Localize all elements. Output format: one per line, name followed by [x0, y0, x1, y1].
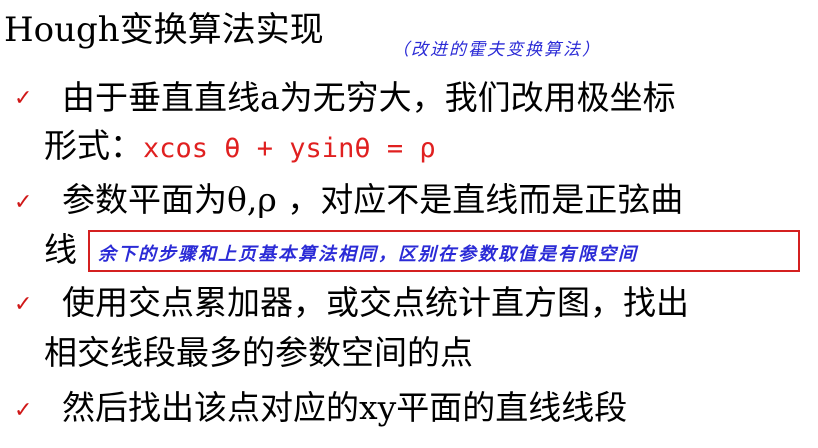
check-icon: ✓: [14, 398, 33, 423]
bullet-1-line-2: 形式：xcos θ + ysinθ = ρ: [44, 126, 436, 169]
title-handwritten-note: （改进的霍夫变换算法）: [392, 40, 601, 60]
bullet-1-line-1: 由于垂直直线a为无穷大，我们改用极坐标: [62, 78, 676, 117]
bullet-2-line-1: 参数平面为θ,ρ ，对应不是直线而是正弦曲: [62, 180, 684, 219]
bullet-3-line-1: 使用交点累加器，或交点统计直方图，找出: [62, 283, 689, 322]
check-icon: ✓: [14, 292, 33, 317]
check-icon: ✓: [14, 86, 33, 111]
check-icon: ✓: [14, 190, 33, 215]
polar-formula: xcos θ + ysinθ = ρ: [143, 133, 436, 164]
boxed-handwritten-note: 余下的步骤和上页基本算法相同，区别在参数取值是有限空间: [88, 230, 800, 272]
bullet-3-line-2: 相交线段最多的参数空间的点: [44, 333, 473, 372]
slide-title: Hough变换算法实现: [4, 10, 324, 50]
boxed-note-text: 余下的步骤和上页基本算法相同，区别在参数取值是有限空间: [98, 244, 638, 265]
bullet-4-line-1: 然后找出该点对应的xy平面的直线线段: [62, 388, 628, 427]
bullet-1-prefix: 形式：: [44, 126, 143, 165]
bullet-2-line-2: 线: [44, 230, 77, 269]
